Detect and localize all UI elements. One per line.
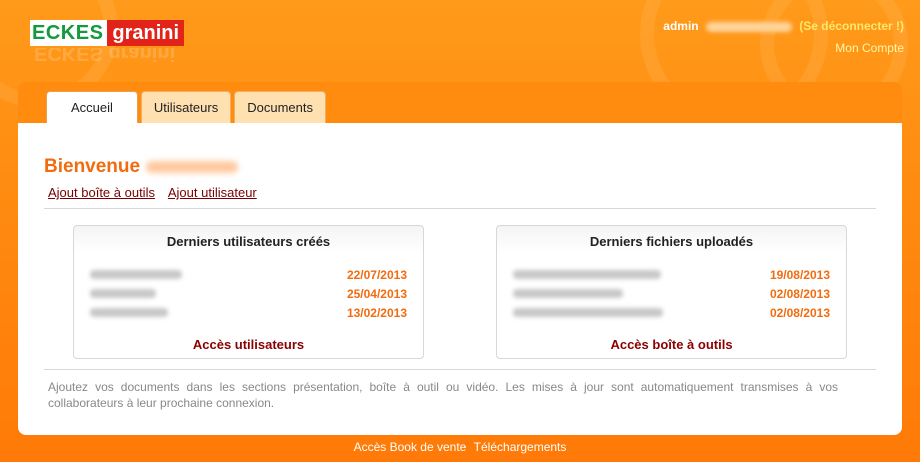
page-title: Bienvenue	[44, 156, 239, 178]
list-item: 25/04/2013	[90, 285, 407, 304]
tab-bar: Accueil Utilisateurs Documents	[46, 91, 326, 125]
divider	[44, 369, 876, 370]
eckes-granini-logo: ECKES granini	[30, 20, 185, 46]
book-de-vente-link[interactable]: Accès Book de vente	[354, 440, 467, 454]
list-item: 19/08/2013	[513, 266, 830, 285]
blurred-username	[705, 21, 792, 32]
quick-actions: Ajout boîte à outils Ajout utilisateur	[48, 185, 267, 200]
content-area: Bienvenue Ajout boîte à outils Ajout uti…	[18, 123, 902, 435]
file-upload-date: 02/08/2013	[769, 306, 830, 320]
blurred-file-name	[513, 270, 661, 279]
file-upload-date: 02/08/2013	[769, 287, 830, 301]
user-box: admin (Se déconnecter !) Mon Compte	[663, 19, 904, 55]
blurred-user-name	[90, 270, 182, 279]
add-user-link[interactable]: Ajout utilisateur	[168, 185, 257, 200]
downloads-link[interactable]: Téléchargements	[474, 440, 567, 454]
tab-utilisateurs[interactable]: Utilisateurs	[140, 91, 232, 123]
welcome-label: Bienvenue	[44, 156, 141, 177]
logo-eckes-text: ECKES	[30, 20, 108, 46]
footer-links: Accès Book de vente Téléchargements	[0, 440, 920, 454]
logo-reflection: ECKES granini	[34, 48, 176, 64]
divider	[44, 208, 876, 209]
user-role: admin	[663, 19, 699, 33]
blurred-file-name	[513, 308, 663, 317]
blurred-user-name	[90, 289, 156, 298]
blurred-user-name	[90, 308, 168, 317]
blurred-file-name	[513, 289, 623, 298]
user-created-date: 25/04/2013	[346, 287, 407, 301]
latest-users-box: Derniers utilisateurs créés 22/07/2013 2…	[73, 225, 424, 359]
tab-accueil[interactable]: Accueil	[46, 91, 138, 125]
main-panel: Accueil Utilisateurs Documents Bienvenue…	[18, 82, 902, 435]
user-created-date: 22/07/2013	[346, 268, 407, 282]
list-item: 22/07/2013	[90, 266, 407, 285]
add-toolbox-link[interactable]: Ajout boîte à outils	[48, 185, 155, 200]
info-text: Ajoutez vos documents dans les sections …	[48, 380, 838, 410]
latest-files-title: Derniers fichiers uploadés	[589, 234, 754, 249]
my-account-link[interactable]: Mon Compte	[663, 41, 904, 55]
latest-files-box: Derniers fichiers uploadés 19/08/2013 02…	[496, 225, 847, 359]
logo-granini-text: granini	[107, 20, 185, 46]
latest-users-title: Derniers utilisateurs créés	[166, 234, 331, 249]
list-item: 13/02/2013	[90, 304, 407, 323]
logout-link[interactable]: (Se déconnecter !)	[799, 19, 904, 33]
list-item: 02/08/2013	[513, 304, 830, 323]
users-access-link[interactable]: Accès utilisateurs	[74, 337, 423, 352]
user-created-date: 13/02/2013	[346, 306, 407, 320]
file-upload-date: 19/08/2013	[769, 268, 830, 282]
toolbox-access-link[interactable]: Accès boîte à outils	[497, 337, 846, 352]
blurred-welcome-name	[146, 160, 239, 173]
list-item: 02/08/2013	[513, 285, 830, 304]
tab-documents[interactable]: Documents	[234, 91, 326, 123]
